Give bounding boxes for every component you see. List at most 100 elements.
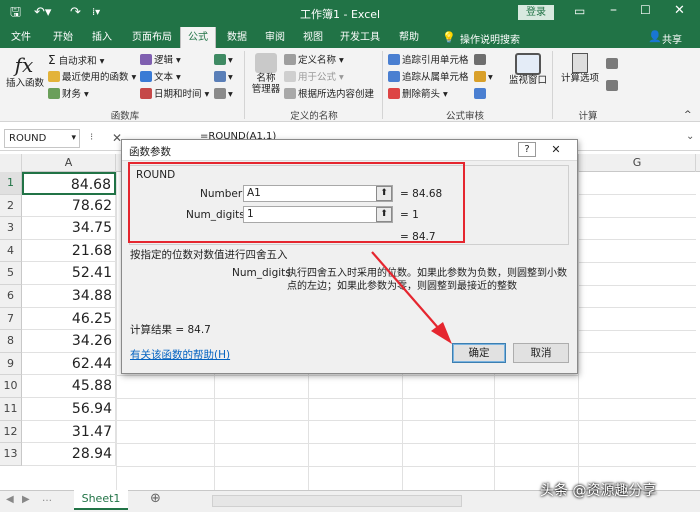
tab-help[interactable]: 帮助 <box>394 27 424 48</box>
calc-now-button[interactable] <box>606 58 620 71</box>
row-header[interactable]: 9 <box>0 352 22 376</box>
help-icon[interactable]: ? <box>518 142 536 157</box>
share-button[interactable]: 共享 <box>662 31 682 46</box>
tab-review[interactable]: 审阅 <box>260 27 290 48</box>
name-manager-button[interactable]: 名称 管理器 <box>250 53 282 95</box>
tab-insert[interactable]: 插入 <box>84 27 120 48</box>
row-header[interactable]: 2 <box>0 194 22 218</box>
insert-function-button[interactable]: fx 插入函数 <box>6 52 44 90</box>
more-functions-button[interactable]: ▾ <box>214 88 233 101</box>
tab-view[interactable]: 视图 <box>298 27 328 48</box>
recent-functions-button[interactable]: 最近使用的函数 ▾ <box>48 71 136 84</box>
row-header[interactable]: 7 <box>0 307 22 331</box>
define-name-button[interactable]: 定义名称 ▾ <box>284 54 344 67</box>
customize-qat-icon[interactable]: ⁞▾ <box>92 4 100 22</box>
prev-sheet-icon[interactable]: ◀ <box>6 494 14 505</box>
tab-home[interactable]: 开始 <box>46 27 80 48</box>
cell-a2[interactable]: 78.62 <box>22 194 116 218</box>
tab-developer[interactable]: 开发工具 <box>336 27 384 48</box>
calc-options-button[interactable]: 计算选项 <box>558 53 602 85</box>
trace-dependents-button[interactable]: 追踪从属单元格 <box>388 71 469 84</box>
autosum-button[interactable]: Σ 自动求和 ▾ <box>48 54 104 68</box>
close-icon[interactable]: ✕ <box>546 142 566 157</box>
datetime-button[interactable]: 日期和时间 ▾ <box>140 88 209 101</box>
row-header[interactable]: 3 <box>0 217 22 240</box>
tab-data[interactable]: 数据 <box>222 27 252 48</box>
group-defined-names: 定义的名称 <box>290 111 338 122</box>
cell-a5[interactable]: 52.41 <box>22 262 116 285</box>
login-button[interactable]: 登录 <box>518 5 554 20</box>
cell-a11[interactable]: 56.94 <box>22 398 116 421</box>
row-header[interactable]: 1 <box>0 172 22 195</box>
financial-button[interactable]: 财务 ▾ <box>48 88 89 101</box>
lightbulb-icon: 💡 <box>442 31 456 44</box>
define-icon <box>284 54 296 65</box>
tab-page-layout[interactable]: 页面布局 <box>126 27 178 48</box>
watch-window-button[interactable]: 监视窗口 <box>508 53 548 87</box>
chevron-down-icon[interactable]: ▾ <box>71 130 76 147</box>
row-header[interactable]: 11 <box>0 398 22 421</box>
help-link[interactable]: 有关该函数的帮助(H) <box>130 347 230 362</box>
name-box[interactable]: ROUND ▾ <box>4 129 80 148</box>
select-all[interactable] <box>0 154 22 172</box>
cancel-button[interactable]: 取消 <box>513 343 569 363</box>
cell-a4[interactable]: 21.68 <box>22 239 116 263</box>
gridline <box>116 375 578 376</box>
cell-a7[interactable]: 46.25 <box>22 307 116 331</box>
row-header[interactable]: 4 <box>0 239 22 263</box>
row-header[interactable]: 5 <box>0 262 22 285</box>
math-button[interactable]: ▾ <box>214 71 233 84</box>
row-header[interactable]: 13 <box>0 443 22 467</box>
lookup-icon <box>214 54 226 65</box>
minimize-icon[interactable]: – <box>610 2 617 18</box>
error-check-button[interactable]: ▾ <box>474 71 493 84</box>
cell-a1[interactable]: 84.68 <box>22 172 116 195</box>
calc-options-label: 计算选项 <box>560 73 599 84</box>
tab-formulas[interactable]: 公式 <box>180 27 216 48</box>
cell-a9[interactable]: 62.44 <box>22 352 116 376</box>
show-formulas-button[interactable] <box>474 54 488 67</box>
maximize-icon[interactable]: ☐ <box>640 3 651 17</box>
cell-a3[interactable]: 34.75 <box>22 217 116 240</box>
collapse-ribbon-icon[interactable]: ^ <box>684 110 692 120</box>
ribbon-tabs: 文件 开始 插入 页面布局 公式 数据 审阅 视图 开发工具 帮助 💡 操作说明… <box>0 27 700 48</box>
tell-me-search[interactable]: 操作说明搜索 <box>460 31 520 46</box>
cell-a13[interactable]: 28.94 <box>22 443 116 467</box>
tab-file[interactable]: 文件 <box>4 27 38 48</box>
horizontal-scrollbar[interactable] <box>212 495 462 507</box>
text-button[interactable]: 文本 ▾ <box>140 71 181 84</box>
ribbon-display-icon[interactable]: ▭ <box>574 4 585 18</box>
text-icon <box>140 71 152 82</box>
row-header[interactable]: 8 <box>0 330 22 353</box>
close-icon[interactable]: ✕ <box>674 3 685 18</box>
redo-icon[interactable]: ↷ <box>70 4 81 22</box>
row-header[interactable]: 6 <box>0 285 22 308</box>
create-from-selection-button[interactable]: 根据所选内容创建 <box>284 88 374 101</box>
next-sheet-icon[interactable]: ▶ <box>22 494 30 505</box>
lookup-button[interactable]: ▾ <box>214 54 233 67</box>
sheet-tab-sheet1[interactable]: Sheet1 <box>74 490 128 510</box>
undo-icon[interactable]: ↶▾ <box>34 4 51 22</box>
trace-precedents-button[interactable]: 追踪引用单元格 <box>388 54 469 67</box>
evaluate-button[interactable] <box>474 88 488 101</box>
column-header-a[interactable]: A <box>22 154 116 172</box>
more-sheets-icon[interactable]: … <box>42 493 52 504</box>
row-header[interactable]: 10 <box>0 375 22 398</box>
remove-arrows-button[interactable]: 删除箭头 ▾ <box>388 88 448 101</box>
gridline <box>578 285 696 286</box>
ok-button[interactable]: 确定 <box>452 343 506 363</box>
column-header-g[interactable]: G <box>578 154 696 172</box>
expand-formula-icon[interactable]: ⌄ <box>686 131 694 142</box>
add-sheet-icon[interactable]: ⊕ <box>150 491 161 506</box>
evaluate-icon <box>474 88 486 99</box>
use-in-formula-button[interactable]: 用于公式 ▾ <box>284 71 344 84</box>
calc-sheet-button[interactable] <box>606 80 620 93</box>
divider <box>244 51 245 119</box>
cell-a12[interactable]: 31.47 <box>22 420 116 444</box>
save-icon[interactable]: 🖫 <box>10 4 21 22</box>
cell-a10[interactable]: 45.88 <box>22 375 116 398</box>
cell-a8[interactable]: 34.26 <box>22 330 116 353</box>
row-header[interactable]: 12 <box>0 420 22 444</box>
cell-a6[interactable]: 34.88 <box>22 285 116 308</box>
logical-button[interactable]: 逻辑 ▾ <box>140 54 181 67</box>
